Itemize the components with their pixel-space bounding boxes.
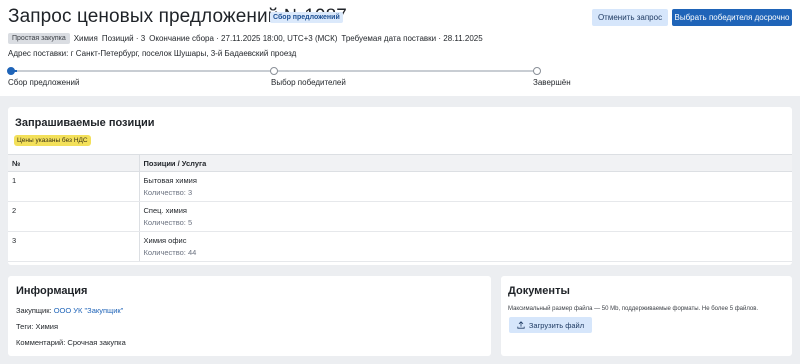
position-name: Химия офис [143,236,187,245]
tags-label: Теги: [16,322,34,331]
table-row[interactable]: 2 Спец. химия Количество: 5 [8,201,792,232]
request-meta: Простая закупка Химия Позиций · 3 Оконча… [8,33,483,44]
tags-line: Теги: Химия [16,322,58,331]
information-title: Информация [16,285,88,297]
deadline-text: Окончание сбора · 27.11.2025 18:00, UTC+… [149,34,338,43]
column-header-number: № [8,154,140,172]
positions-title: Запрашиваемые позиции [15,117,155,129]
row-number: 2 [8,201,140,232]
step-dot-collecting [7,67,15,75]
page-header: Запрос ценовых предложений №1087 Сбор пр… [0,0,800,96]
position-quantity: Количество: 3 [143,188,193,197]
category-text: Химия [73,34,98,43]
progress-track-2 [275,70,537,72]
table-row[interactable]: 1 Бытовая химия Количество: 3 [8,171,792,202]
status-badge: Сбор предложений [270,12,343,23]
delivery-date-text: Требуемая дата поставки · 28.11.2025 [341,34,483,43]
step-label-completed: Завершён [533,78,571,87]
information-card: Информация Закупщик: ООО УК "Закупщик" Т… [8,276,491,356]
upload-file-button[interactable]: Загрузить файл [509,317,592,333]
row-number: 1 [8,171,140,202]
row-position-cell: Химия офис Количество: 44 [139,231,792,262]
documents-title: Документы [508,285,570,297]
position-quantity: Количество: 44 [143,248,197,257]
row-position-cell: Спец. химия Количество: 5 [139,201,792,232]
step-label-choosing: Выбор победителей [271,78,346,87]
vat-note-badge: Цены указаны без НДС [14,135,91,146]
purchase-type-tag: Простая закупка [8,33,70,44]
position-name: Бытовая химия [143,176,197,185]
comment-label: Комментарий: [16,338,66,347]
column-header-position: Позиции / Услуга [139,154,792,172]
table-row[interactable]: 3 Химия офис Количество: 44 [8,231,792,262]
upload-file-label: Загрузить файл [528,320,585,330]
buyer-link[interactable]: ООО УК "Закупщик" [54,306,124,315]
tags-value: Химия [35,322,59,331]
row-number: 3 [8,231,140,262]
address-value: г Санкт-Петербург, поселок Шушары, 3-й Б… [70,49,297,58]
progress-track-1 [13,70,275,72]
buyer-line: Закупщик: ООО УК "Закупщик" [16,306,123,315]
cancel-request-button[interactable]: Отменить запрос [592,9,668,26]
step-label-collecting: Сбор предложений [8,78,80,87]
position-name: Спец. химия [143,206,187,215]
documents-upload-note: Максимальный размер файла — 50 Mb, подде… [508,306,759,312]
requested-positions-card: Запрашиваемые позиции Цены указаны без Н… [8,107,792,265]
step-dot-choosing [270,67,278,75]
upload-icon [517,321,525,329]
delivery-address: Адрес поставки: г Санкт-Петербург, посел… [8,49,296,58]
position-quantity: Количество: 5 [143,218,193,227]
comment-value: Срочная закупка [67,338,126,347]
choose-winner-early-button[interactable]: Выбрать победителя досрочно [672,9,792,26]
documents-card: Документы Максимальный размер файла — 50… [501,276,792,356]
positions-count: Позиций · 3 [101,34,146,43]
positions-table: № Позиции / Услуга 1 Бытовая химия Колич… [8,154,792,262]
table-header-row: № Позиции / Услуга [8,154,792,172]
step-dot-completed [533,67,541,75]
buyer-label: Закупщик: [16,306,52,315]
address-label: Адрес поставки: [8,49,69,58]
row-position-cell: Бытовая химия Количество: 3 [139,171,792,202]
comment-line: Комментарий: Срочная закупка [16,338,126,347]
